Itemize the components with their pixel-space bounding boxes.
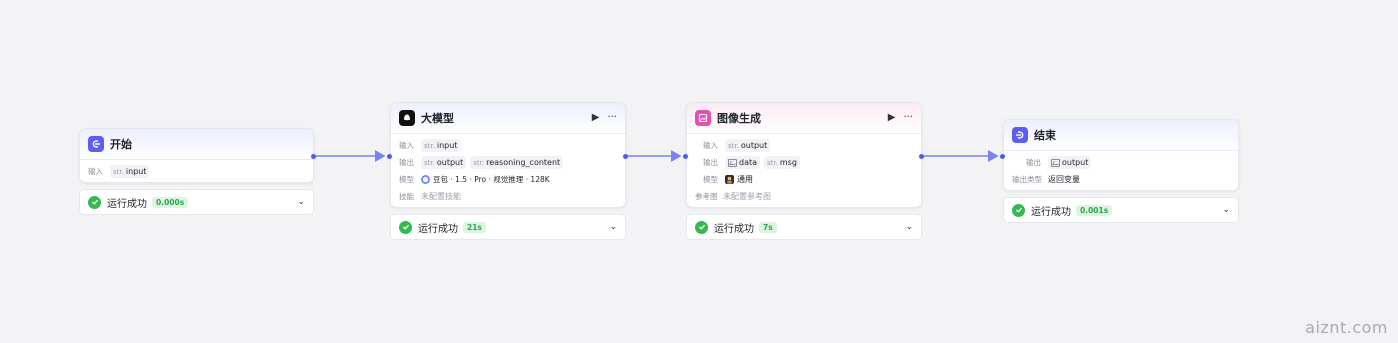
output-variable-tag: str. msg	[764, 156, 800, 169]
output-variable-tag: str. reasoning_content	[470, 156, 564, 169]
llm-input-row: 输入 str. input	[399, 137, 617, 154]
image-type-icon	[1051, 158, 1060, 167]
model-label: 模型	[703, 175, 718, 184]
chevron-down-icon[interactable]: ⌄	[1222, 205, 1230, 215]
run-time-badge: 0.001s	[1076, 204, 1113, 216]
image-input-row: 输入 str. output	[695, 137, 913, 154]
end-node-title: 结束	[1034, 129, 1056, 142]
skill-label: 技能	[399, 192, 414, 201]
llm-run-status[interactable]: 运行成功 21s ⌄	[390, 214, 626, 240]
image-gen-icon	[695, 110, 711, 126]
end-output-row: 输出 output	[1012, 154, 1230, 171]
input-label: 输入	[703, 141, 718, 150]
run-time-badge: 0.000s	[152, 196, 189, 208]
image-model-row: 模型 通用	[695, 171, 913, 188]
success-check-icon	[88, 195, 101, 209]
llm-output-port[interactable]	[623, 154, 628, 159]
llm-node-title: 大模型	[421, 112, 454, 125]
output-variable-tag: output	[1048, 156, 1092, 169]
start-node-header: 开始	[80, 129, 313, 160]
output-label: 输出	[703, 158, 718, 167]
end-input-port[interactable]	[1000, 154, 1005, 159]
more-icon[interactable]: ···	[903, 113, 913, 123]
llm-skill-row: 技能 未配置技能	[399, 188, 617, 205]
llm-input-port[interactable]	[387, 154, 392, 159]
success-check-icon	[695, 220, 708, 234]
more-icon[interactable]: ···	[607, 113, 617, 123]
end-node-header: 结束	[1004, 120, 1238, 151]
input-variable-tag: str. output	[725, 139, 771, 152]
end-output-type-row: 输出类型 返回变量	[1012, 171, 1230, 188]
start-run-status[interactable]: 运行成功 0.000s ⌄	[79, 189, 314, 215]
status-text: 运行成功	[418, 223, 458, 235]
input-variable-tag: str. input	[110, 165, 150, 178]
image-gen-output-port[interactable]	[919, 154, 924, 159]
model-name: 通用	[737, 175, 753, 184]
output-label: 输出	[399, 158, 414, 167]
output-type-label: 输出类型	[1012, 175, 1042, 184]
start-node-title: 开始	[110, 138, 132, 151]
run-time-badge: 7s	[759, 221, 777, 233]
model-label: 模型	[399, 175, 414, 184]
image-gen-node[interactable]: 图像生成 ▶ ··· 输入 str. output 输出 data str. msg…	[686, 102, 922, 208]
start-node[interactable]: 开始 输入 str. input	[79, 128, 314, 183]
play-icon[interactable]: ▶	[888, 113, 896, 123]
reference-image-value: 未配置参考图	[723, 192, 771, 201]
image-gen-node-title: 图像生成	[717, 112, 761, 125]
llm-output-row: 输出 str. output str. reasoning_content	[399, 154, 617, 171]
input-label: 输入	[88, 167, 103, 176]
image-gen-input-port[interactable]	[683, 154, 688, 159]
start-input-row: 输入 str. input	[88, 163, 305, 180]
llm-node-header: 大模型 ▶ ···	[391, 103, 625, 134]
model-avatar-icon	[725, 175, 734, 184]
run-time-badge: 21s	[463, 221, 486, 233]
end-node[interactable]: 结束 输出 output 输出类型 返回变量	[1003, 119, 1239, 191]
status-text: 运行成功	[107, 198, 147, 210]
output-type-value: 返回变量	[1048, 175, 1080, 184]
start-icon	[88, 136, 104, 152]
model-name: 豆包 · 1.5 · Pro · 视觉推理 · 128K	[433, 175, 550, 184]
watermark: aiznt.com	[1305, 318, 1388, 337]
skill-value: 未配置技能	[421, 192, 461, 201]
chevron-down-icon[interactable]: ⌄	[609, 222, 617, 232]
play-icon[interactable]: ▶	[592, 113, 600, 123]
llm-model-row: 模型 豆包 · 1.5 · Pro · 视觉推理 · 128K	[399, 171, 617, 188]
image-gen-node-header: 图像生成 ▶ ···	[687, 103, 921, 134]
llm-node[interactable]: 大模型 ▶ ··· 输入 str. input 输出 str. output str…	[390, 102, 626, 208]
start-output-port[interactable]	[311, 154, 316, 159]
llm-icon	[399, 110, 415, 126]
reference-image-label: 参考图	[695, 192, 718, 201]
doubao-model-icon	[421, 175, 430, 184]
input-variable-tag: str. input	[421, 139, 461, 152]
success-check-icon	[1012, 203, 1025, 217]
end-icon	[1012, 127, 1028, 143]
output-label: 输出	[1026, 158, 1041, 167]
chevron-down-icon[interactable]: ⌄	[905, 222, 913, 232]
success-check-icon	[399, 220, 412, 234]
image-ref-row: 参考图 未配置参考图	[695, 188, 913, 205]
input-label: 输入	[399, 141, 414, 150]
output-variable-tag: str. output	[421, 156, 467, 169]
status-text: 运行成功	[1031, 206, 1071, 218]
output-variable-tag: data	[725, 156, 761, 169]
chevron-down-icon[interactable]: ⌄	[297, 197, 305, 207]
end-run-status[interactable]: 运行成功 0.001s ⌄	[1003, 197, 1239, 223]
image-gen-run-status[interactable]: 运行成功 7s ⌄	[686, 214, 922, 240]
image-type-icon	[728, 158, 737, 167]
status-text: 运行成功	[714, 223, 754, 235]
image-output-row: 输出 data str. msg	[695, 154, 913, 171]
